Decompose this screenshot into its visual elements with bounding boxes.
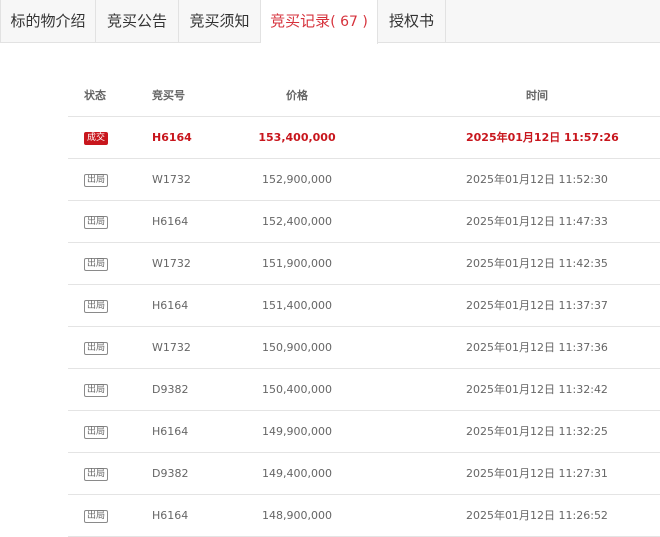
row-time: 2025年01月12日 11:37:36 <box>466 341 608 354</box>
header-price: 价格 <box>286 89 308 102</box>
table-row: 出局 D9382 150,400,000 2025年01月12日 11:32:42 <box>68 369 660 411</box>
tab-item-intro[interactable]: 标的物介绍 <box>0 0 96 43</box>
tab-count: ( 67 ) <box>330 14 368 30</box>
row-time: 2025年01月12日 11:32:42 <box>466 383 608 396</box>
row-price: 150,900,000 <box>262 341 332 354</box>
row-status: 出局 <box>84 285 120 326</box>
tab-authorization[interactable]: 授权书 <box>378 0 446 43</box>
row-price: 152,400,000 <box>262 215 332 228</box>
status-badge: 出局 <box>84 341 109 355</box>
bid-records-table: 状态 竞买号 价格 时间 成交 H6164 153,400,000 2025年01月1… <box>68 75 660 537</box>
status-badge: 出局 <box>84 173 109 187</box>
row-time: 2025年01月12日 11:57:26 <box>466 131 619 144</box>
row-time: 2025年01月12日 11:32:25 <box>466 425 608 438</box>
row-price: 150,400,000 <box>262 383 332 396</box>
table-row: 出局 H6164 148,900,000 2025年01月12日 11:26:52 <box>68 495 660 537</box>
row-bidder-id: H6164 <box>152 425 189 438</box>
tab-label: 竞买公告 <box>106 12 167 30</box>
row-bidder-id: H6164 <box>152 131 192 144</box>
table-row: 出局 W1732 152,900,000 2025年01月12日 11:52:30 <box>68 159 660 201</box>
row-status: 出局 <box>84 243 120 284</box>
table-row: 出局 H6164 149,900,000 2025年01月12日 11:32:25 <box>68 411 660 453</box>
header-bidder: 竞买号 <box>152 89 185 102</box>
row-status: 出局 <box>84 327 120 368</box>
row-price: 152,900,000 <box>262 173 332 186</box>
tab-bid-records[interactable]: 竞买记录( 67 ) <box>261 0 378 44</box>
row-bidder-id: H6164 <box>152 215 189 228</box>
status-badge: 出局 <box>84 215 109 229</box>
header-status: 状态 <box>84 89 106 102</box>
row-price: 149,400,000 <box>262 467 332 480</box>
status-badge: 出局 <box>84 383 109 397</box>
row-status: 出局 <box>84 201 120 242</box>
table-row: 出局 H6164 151,400,000 2025年01月12日 11:37:37 <box>68 285 660 327</box>
row-price: 151,400,000 <box>262 299 332 312</box>
status-badge: 出局 <box>84 467 109 481</box>
table-row: 出局 W1732 151,900,000 2025年01月12日 11:42:35 <box>68 243 660 285</box>
table-row: 出局 W1732 150,900,000 2025年01月12日 11:37:36 <box>68 327 660 369</box>
tab-announcement[interactable]: 竞买公告 <box>96 0 179 43</box>
row-status: 出局 <box>84 369 120 410</box>
tab-label: 竞买须知 <box>189 12 250 30</box>
row-price: 151,900,000 <box>262 257 332 270</box>
tab-bidding-notice[interactable]: 竞买须知 <box>179 0 261 43</box>
row-status: 出局 <box>84 159 120 200</box>
table-body: 成交 H6164 153,400,000 2025年01月12日 11:57:26 出局… <box>68 117 660 537</box>
row-bidder-id: W1732 <box>152 341 191 354</box>
row-bidder-id: D9382 <box>152 467 189 480</box>
status-badge: 出局 <box>84 425 109 439</box>
header-time: 时间 <box>526 89 548 102</box>
row-bidder-id: H6164 <box>152 299 189 312</box>
row-status: 出局 <box>84 411 120 452</box>
status-badge: 出局 <box>84 299 109 313</box>
row-bidder-id: W1732 <box>152 257 191 270</box>
row-time: 2025年01月12日 11:27:31 <box>466 467 608 480</box>
status-badge: 出局 <box>84 257 109 271</box>
row-status: 成交 <box>84 117 120 158</box>
table-row: 出局 D9382 149,400,000 2025年01月12日 11:27:31 <box>68 453 660 495</box>
table-row: 出局 H6164 152,400,000 2025年01月12日 11:47:33 <box>68 201 660 243</box>
tab-bar: 标的物介绍 竞买公告 竞买须知 竞买记录( 67 ) 授权书 <box>0 0 660 44</box>
status-badge: 成交 <box>84 131 109 145</box>
row-time: 2025年01月12日 11:47:33 <box>466 215 608 228</box>
row-time: 2025年01月12日 11:42:35 <box>466 257 608 270</box>
tab-label: 授权书 <box>388 12 434 30</box>
row-bidder-id: D9382 <box>152 383 189 396</box>
table-header: 状态 竞买号 价格 时间 <box>68 75 660 117</box>
row-price: 153,400,000 <box>258 131 336 144</box>
row-time: 2025年01月12日 11:52:30 <box>466 173 608 186</box>
row-status: 出局 <box>84 453 120 494</box>
row-bidder-id: W1732 <box>152 173 191 186</box>
tab-label: 竞买记录 <box>270 12 331 30</box>
table-row: 成交 H6164 153,400,000 2025年01月12日 11:57:26 <box>68 117 660 159</box>
status-badge: 出局 <box>84 509 109 523</box>
tab-label: 标的物介绍 <box>10 12 86 30</box>
row-price: 149,900,000 <box>262 425 332 438</box>
row-time: 2025年01月12日 11:37:37 <box>466 299 608 312</box>
